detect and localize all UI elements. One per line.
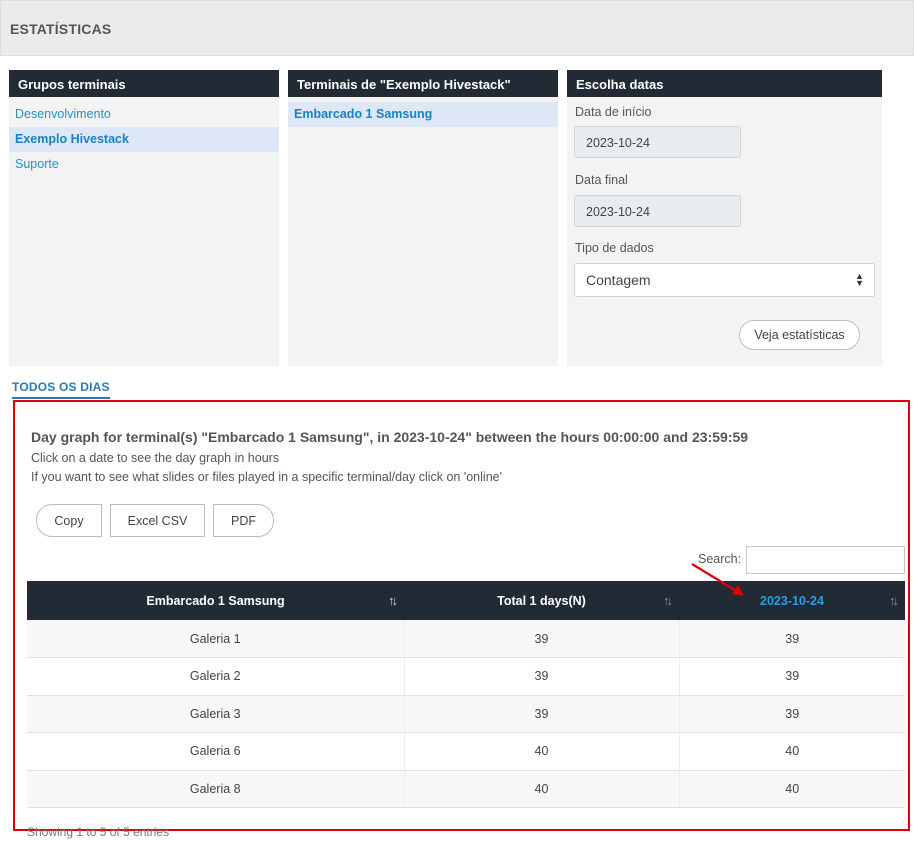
terminal-groups-panel: Grupos terminais Desenvolvimento Exemplo… [9,70,279,366]
row-label-cell: Galeria 3 [27,695,405,733]
view-statistics-button[interactable]: Veja estatísticas [739,320,860,350]
tab-all-days[interactable]: TODOS OS DIAS [12,380,110,399]
row-date-cell: 39 [679,620,905,658]
column-header-terminal[interactable]: Embarcado 1 Samsung ↑↓ [27,581,404,620]
data-type-select[interactable]: Contagem ▲ ▼ [574,263,875,297]
search-input[interactable] [746,546,905,574]
group-item-desenvolvimento[interactable]: Desenvolvimento [9,102,279,127]
table-row: Galeria 8 40 40 [27,770,905,808]
excel-csv-button[interactable]: Excel CSV [110,504,205,537]
start-date-input[interactable]: 2023-10-24 [574,126,741,158]
red-arrow-icon [691,563,744,596]
table-info: Showing 1 to 5 of 5 entries [27,825,170,839]
sort-icon: ↑↓ [388,593,398,608]
copy-button[interactable]: Copy [36,504,102,537]
data-type-selected-value: Contagem [586,272,651,288]
terminals-panel: Terminais de "Exemplo Hivestack" Embarca… [288,70,558,366]
row-label-cell: Galeria 6 [27,732,405,771]
column-header-date-link[interactable]: 2023-10-24 [760,594,824,608]
start-date-label: Data de início [575,105,652,119]
terminal-groups-title: Grupos terminais [9,70,279,97]
column-header-terminal-label: Embarcado 1 Samsung [146,593,285,608]
statistics-table: Embarcado 1 Samsung ↑↓ Total 1 days(N) ↑… [27,581,905,808]
terminal-groups-list: Desenvolvimento Exemplo Hivestack Suport… [9,97,279,177]
graph-title: Day graph for terminal(s) "Embarcado 1 S… [31,429,749,445]
sort-icon: ↑↓ [889,593,899,608]
graph-hint-online: If you want to see what slides or files … [31,470,502,484]
table-header-row: Embarcado 1 Samsung ↑↓ Total 1 days(N) ↑… [27,581,905,620]
table-row: Galeria 6 40 40 [27,732,905,771]
graph-hint-day: Click on a date to see the day graph in … [31,451,280,465]
page-header: ESTATÍSTICAS [0,0,914,56]
row-total-cell: 39 [404,695,680,733]
end-date-input[interactable]: 2023-10-24 [574,195,741,227]
select-updown-icon: ▲ ▼ [855,271,864,288]
terminals-list: Embarcado 1 Samsung [288,97,558,127]
sort-icon: ↑↓ [663,593,673,608]
row-total-cell: 39 [404,620,680,658]
column-header-total-label: Total 1 days(N) [497,593,586,608]
row-date-cell: 40 [679,770,905,808]
row-total-cell: 40 [404,732,680,771]
row-date-cell: 40 [679,732,905,771]
terminal-item-embarcado-1-samsung[interactable]: Embarcado 1 Samsung [288,102,558,127]
column-header-total[interactable]: Total 1 days(N) ↑↓ [404,581,679,620]
group-item-suporte[interactable]: Suporte [9,152,279,177]
date-choice-title: Escolha datas [567,70,882,97]
row-date-cell: 39 [679,657,905,696]
terminals-title: Terminais de "Exemplo Hivestack" [288,70,558,97]
table-row: Galeria 3 39 39 [27,695,905,733]
date-choice-panel: Escolha datas Data de início 2023-10-24 … [567,70,882,366]
row-date-cell: 39 [679,695,905,733]
data-type-label: Tipo de dados [575,241,654,255]
end-date-label: Data final [575,173,628,187]
row-label-cell: Galeria 2 [27,657,405,696]
row-label-cell: Galeria 8 [27,770,405,808]
row-total-cell: 40 [404,770,680,808]
row-total-cell: 39 [404,657,680,696]
table-row: Galeria 1 39 39 [27,620,905,658]
group-item-exemplo-hivestack[interactable]: Exemplo Hivestack [9,127,279,152]
page-title: ESTATÍSTICAS [10,21,112,37]
pdf-button[interactable]: PDF [213,504,274,537]
table-row: Galeria 2 39 39 [27,657,905,696]
row-label-cell: Galeria 1 [27,620,405,658]
